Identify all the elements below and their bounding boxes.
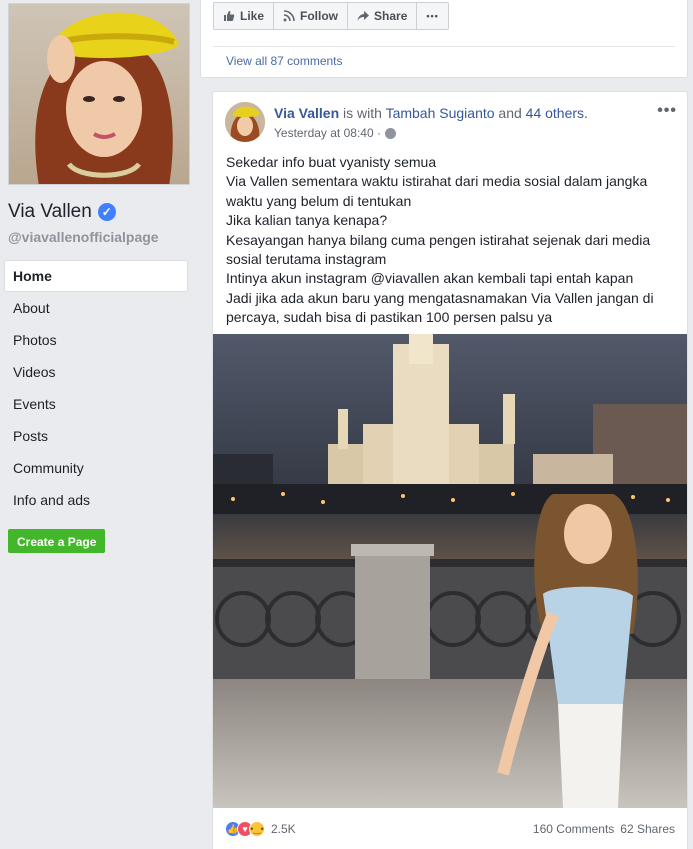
post-options-icon[interactable]: ••• [657, 102, 677, 120]
post-card: Via Vallen is with Tambah Sugianto and 4… [212, 91, 688, 849]
nav-item-about[interactable]: About [4, 292, 188, 324]
nav-item-photos[interactable]: Photos [4, 324, 188, 356]
nav-item-videos[interactable]: Videos [4, 356, 188, 388]
post-photo[interactable] [213, 334, 687, 808]
sad-reaction-icon: •‿• [249, 821, 265, 837]
like-button[interactable]: Like [213, 2, 275, 30]
more-icon: ••• [426, 11, 439, 21]
sidebar: Via Vallen ✓ @viavallenofficialpage Home… [0, 0, 200, 849]
shares-count-link[interactable]: 62 Shares [620, 822, 675, 836]
page-nav: Home About Photos Videos Events Posts Co… [4, 260, 188, 516]
tagged-others-link[interactable]: 44 others. [526, 105, 588, 121]
create-page-button[interactable]: Create a Page [8, 529, 106, 553]
post-header: Via Vallen is with Tambah Sugianto and 4… [274, 105, 588, 121]
divider [213, 46, 675, 47]
share-label: Share [374, 9, 408, 23]
rss-icon [283, 10, 295, 22]
share-button[interactable]: Share [347, 2, 418, 30]
post-timestamp[interactable]: Yesterday at 08:40 · [274, 126, 381, 140]
post-stats: 160 Comments 62 Shares [533, 822, 675, 836]
view-all-comments-link[interactable]: View all 87 comments [226, 54, 343, 68]
like-label: Like [240, 9, 265, 23]
page-handle[interactable]: @viavallenofficialpage [8, 229, 159, 245]
profile-picture[interactable] [8, 3, 190, 185]
post-meta: Yesterday at 08:40 · [274, 126, 396, 140]
profile-photo-image [9, 4, 189, 184]
nav-item-events[interactable]: Events [4, 388, 188, 420]
thumbs-up-icon [224, 11, 235, 21]
share-arrow-icon [357, 11, 370, 21]
post-line: Intinya akun instagram @viavallen akan k… [226, 270, 634, 287]
tagged-person-link[interactable]: Tambah Sugianto [386, 105, 495, 121]
post-line: percaya, sudah bisa di pastikan 100 pers… [226, 309, 553, 326]
nav-item-community[interactable]: Community [4, 452, 188, 484]
post-footer: 👍 ♥ •‿• 2.5K 160 Comments 62 Shares [225, 817, 675, 841]
author-avatar[interactable] [225, 102, 265, 142]
post-line: Jika kalian tanya kenapa? [226, 212, 388, 229]
avatar-image [225, 102, 265, 142]
post-line: Kesayangan hanya bilang cuma pengen isti… [226, 231, 651, 248]
globe-icon [384, 127, 396, 139]
nav-item-home[interactable]: Home [4, 260, 188, 292]
post-author-link[interactable]: Via Vallen [274, 105, 339, 121]
page-name[interactable]: Via Vallen ✓ [8, 201, 116, 223]
reaction-count[interactable]: 2.5K [271, 822, 296, 836]
verified-badge-icon: ✓ [97, 203, 116, 221]
post-line: sosial terutama instagram [226, 251, 387, 268]
follow-label: Follow [300, 9, 339, 23]
nav-item-info-and-ads[interactable]: Info and ads [4, 484, 188, 516]
post-action-bar: Like Follow Share ••• [213, 2, 449, 30]
follow-button[interactable]: Follow [273, 2, 349, 30]
post-text: Sekedar info buat vyanisty semua Via Val… [226, 153, 676, 328]
post-line: Jadi jika ada akun baru yang mengatasnam… [226, 289, 654, 306]
reactions-summary[interactable]: 👍 ♥ •‿• 2.5K [225, 821, 296, 837]
comments-count-link[interactable]: 160 Comments [533, 822, 614, 836]
is-with-text: is with [339, 105, 386, 121]
nav-item-posts[interactable]: Posts [4, 420, 188, 452]
previous-post-card: Like Follow Share ••• View all 87 commen… [200, 0, 688, 78]
post-line: Via Vallen sementara waktu istirahat dar… [226, 173, 648, 190]
page-name-text[interactable]: Via Vallen [8, 201, 92, 223]
post-line: waktu yang belum di tentukan [226, 192, 412, 209]
and-text: and [494, 105, 526, 121]
night-city-photo [213, 334, 687, 808]
post-line: Sekedar info buat vyanisty semua [226, 154, 437, 170]
more-options-button[interactable]: ••• [416, 2, 449, 30]
